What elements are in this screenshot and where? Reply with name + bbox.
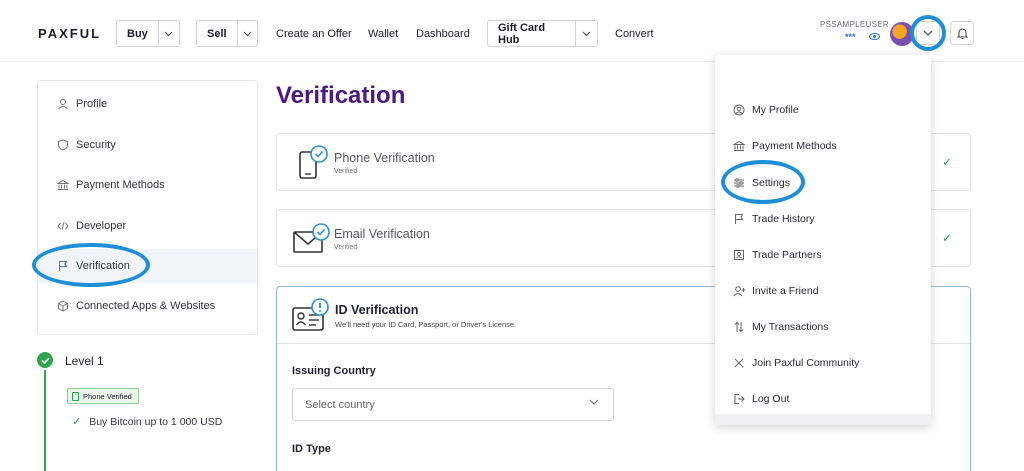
id-verification-subtitle: We'll need your ID Card, Passport, or Dr… (335, 320, 517, 329)
nav-convert[interactable]: Convert (615, 28, 654, 40)
community-icon (732, 356, 746, 370)
logout-icon (732, 392, 746, 406)
flag-icon (732, 212, 746, 226)
phone-verified-icon (299, 145, 328, 179)
page-title: Verification (276, 82, 406, 109)
chevron-down-icon (589, 399, 599, 405)
menu-item-label: Invite a Friend (752, 285, 819, 297)
sidebar-item-label: Connected Apps & Websites (76, 300, 216, 312)
sidebar-item-label: Payment Methods (76, 179, 165, 191)
sidebar-item-label: Security (76, 139, 116, 151)
menu-item-trade-partners[interactable]: Trade Partners (715, 241, 931, 269)
sliders-icon (732, 176, 746, 190)
top-header: PAXFUL Buy Sell Create an Offer Wallet D… (0, 0, 1024, 62)
id-verification-title: ID Verification (335, 303, 419, 317)
bell-icon (956, 28, 968, 39)
email-verified-icon (293, 223, 330, 253)
check-circle-icon (37, 352, 53, 368)
level-limit: ✓ Buy Bitcoin up to 1 000 USD (72, 415, 223, 429)
country-select[interactable]: Select country (292, 388, 614, 421)
email-verification-status: Verified (334, 244, 358, 251)
avatar[interactable] (890, 22, 914, 46)
chevron-down-icon (923, 30, 933, 36)
menu-item-join-community[interactable]: Join Paxful Community (715, 349, 931, 377)
contact-card-icon (732, 248, 746, 262)
nav-create-offer[interactable]: Create an Offer (276, 28, 352, 40)
menu-item-label: My Transactions (752, 321, 829, 333)
menu-item-label: Join Paxful Community (752, 357, 860, 369)
menu-item-label: Settings (752, 177, 790, 189)
sidebar-item-label: Profile (76, 98, 108, 110)
email-verification-title: Email Verification (334, 227, 430, 241)
level-progress-line (44, 370, 46, 471)
cube-icon (56, 299, 70, 313)
check-icon: ✓ (941, 231, 952, 245)
level-title: Level 1 (65, 354, 104, 368)
phone-verification-status: Verified (334, 168, 358, 175)
menu-item-label: Trade Partners (752, 249, 822, 261)
nav-wallet[interactable]: Wallet (368, 28, 398, 40)
chevron-down-icon (574, 21, 597, 46)
bank-icon (56, 178, 70, 192)
sell-label: Sell (207, 27, 227, 40)
code-icon (56, 219, 70, 233)
sidebar-item-verification[interactable]: Verification (38, 249, 257, 283)
sidebar-item-security[interactable]: Security (38, 128, 257, 162)
nav-dashboard[interactable]: Dashboard (416, 28, 470, 40)
sidebar-item-label: Developer (76, 220, 127, 232)
flag-icon (56, 259, 70, 273)
menu-footer (715, 414, 931, 425)
buy-label: Buy (127, 27, 148, 40)
menu-item-settings[interactable]: Settings (715, 169, 931, 197)
menu-item-payment-methods[interactable]: Payment Methods (715, 132, 931, 160)
menu-item-my-transactions[interactable]: My Transactions (715, 313, 931, 341)
bank-icon (732, 139, 746, 153)
chevron-down-icon (157, 21, 179, 46)
user-dropdown-menu: My Profile Payment Methods Settings Trad… (715, 55, 931, 425)
add-user-icon (732, 284, 746, 298)
chevron-down-icon (236, 21, 257, 46)
user-icon (56, 97, 70, 111)
issuing-country-label: Issuing Country (292, 365, 376, 377)
username: PSSAMPLEUSER (820, 20, 889, 29)
menu-item-trade-history[interactable]: Trade History (715, 205, 931, 233)
menu-item-label: Payment Methods (752, 140, 837, 152)
check-icon: ✓ (72, 416, 82, 428)
user-menu-toggle[interactable] (916, 21, 940, 45)
sidebar-item-profile[interactable]: Profile (38, 87, 257, 121)
eye-icon[interactable] (869, 33, 880, 40)
menu-item-my-profile[interactable]: My Profile (715, 96, 931, 124)
notifications-button[interactable] (950, 21, 974, 45)
menu-item-label: Trade History (752, 213, 815, 225)
gift-card-hub-dropdown[interactable]: Gift Card Hub (487, 20, 598, 47)
sell-dropdown[interactable]: Sell (196, 20, 258, 47)
shield-icon (56, 138, 70, 152)
buy-dropdown[interactable]: Buy (116, 20, 180, 47)
sidebar-item-payment-methods[interactable]: Payment Methods (38, 168, 257, 202)
country-select-value: Select country (305, 398, 375, 411)
check-icon: ✓ (941, 155, 952, 169)
menu-item-label: Log Out (752, 393, 790, 405)
phone-verification-title: Phone Verification (334, 151, 435, 165)
arrows-updown-icon (732, 320, 746, 334)
settings-sidebar: Profile Security Payment Methods Develop… (37, 80, 258, 335)
menu-item-log-out[interactable]: Log Out (715, 385, 931, 413)
sidebar-item-label: Verification (76, 260, 130, 272)
paxful-logo[interactable]: PAXFUL (38, 26, 101, 41)
menu-item-invite-friend[interactable]: Invite a Friend (715, 277, 931, 305)
user-circle-icon (732, 103, 746, 117)
phone-icon (72, 391, 79, 401)
masked-balance: *** (845, 32, 856, 42)
badge-label: Phone Verified (83, 391, 132, 401)
id-type-label: ID Type (292, 443, 331, 455)
gift-card-hub-label: Gift Card Hub (498, 21, 546, 46)
sidebar-item-developer[interactable]: Developer (38, 209, 257, 243)
level-limit-text: Buy Bitcoin up to 1 000 USD (89, 415, 223, 428)
id-card-icon (292, 298, 329, 331)
sidebar-item-connected-apps[interactable]: Connected Apps & Websites (38, 289, 257, 323)
status-badge: Phone Verified (67, 388, 139, 404)
menu-item-label: My Profile (752, 104, 799, 116)
